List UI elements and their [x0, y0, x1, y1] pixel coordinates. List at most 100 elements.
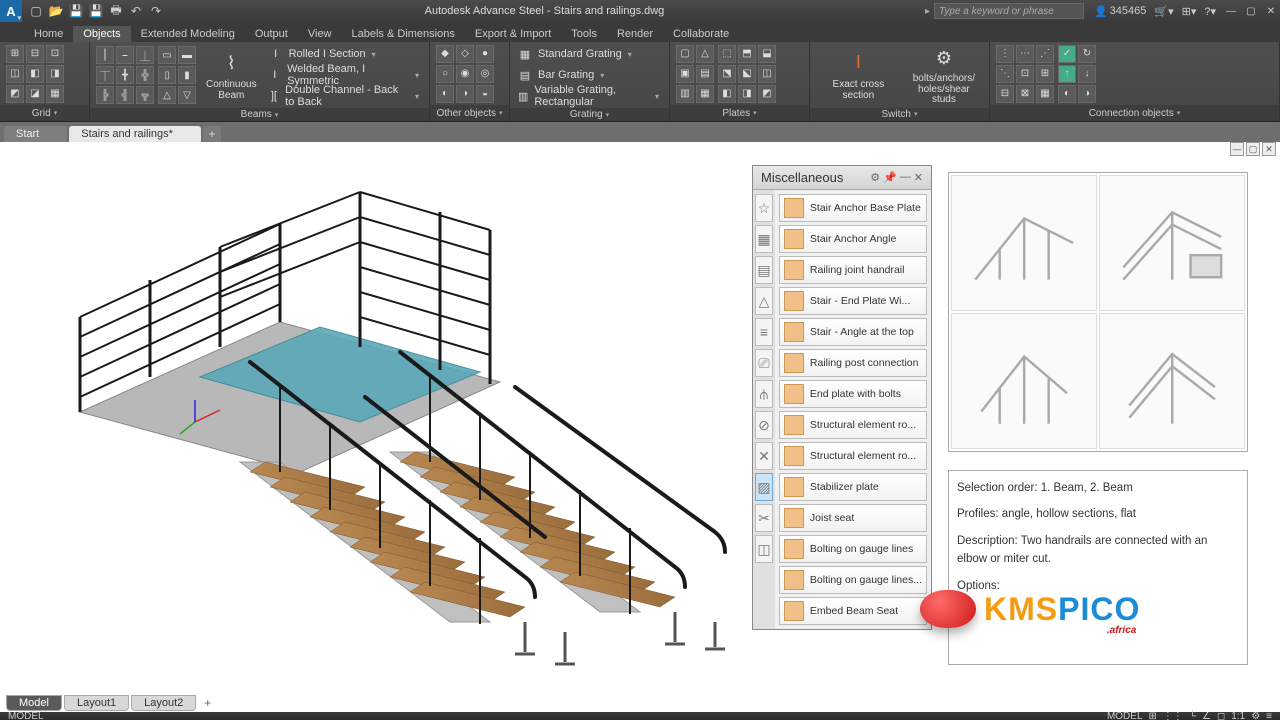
palette-cat-icon[interactable]: ◫: [755, 535, 773, 563]
vp-minimize-icon[interactable]: —: [1230, 142, 1244, 156]
beam-tool-icon[interactable]: ╣: [116, 86, 134, 104]
tab-view[interactable]: View: [298, 26, 342, 42]
tab-render[interactable]: Render: [607, 26, 663, 42]
palette-item[interactable]: Stabilizer plate: [779, 473, 927, 501]
conn-tool-icon[interactable]: ⊞: [1036, 65, 1054, 83]
continuous-beam-button[interactable]: ⌇Continuous Beam: [200, 49, 263, 101]
conn-tool-icon[interactable]: ▦: [1036, 85, 1054, 103]
rolled-i-section-dropdown[interactable]: IRolled I Section: [267, 44, 423, 64]
search-arrow-icon[interactable]: ▸: [925, 6, 930, 17]
other-tool-icon[interactable]: ◇: [456, 45, 474, 63]
preview-thumbnail[interactable]: [951, 313, 1097, 449]
palette-cat-icon[interactable]: ✂: [755, 504, 773, 532]
qat-print-icon[interactable]: 🖶: [108, 3, 124, 19]
bar-grating-button[interactable]: ▤Bar Grating: [516, 65, 663, 85]
exact-cross-section-button[interactable]: IExact cross section: [816, 49, 901, 101]
tab-objects[interactable]: Objects: [73, 26, 130, 42]
other-tool-icon[interactable]: ◒: [476, 85, 494, 103]
conn-tool-icon[interactable]: ◑: [1078, 85, 1096, 103]
conn-tool-icon[interactable]: ◐: [1058, 85, 1076, 103]
layout-tab-2[interactable]: Layout2: [131, 695, 196, 711]
plate-tool-icon[interactable]: ⬓: [758, 45, 776, 63]
tab-labels[interactable]: Labels & Dimensions: [342, 26, 465, 42]
grid-tool-icon[interactable]: ⊡: [46, 45, 64, 63]
palette-item[interactable]: Bolting on gauge lines...: [779, 566, 927, 594]
bolts-anchors-button[interactable]: ⚙bolts/anchors/ holes/shear studs: [905, 44, 983, 106]
palette-minimize-icon[interactable]: —: [900, 171, 911, 184]
other-tool-icon[interactable]: ◑: [456, 85, 474, 103]
conn-tool-icon[interactable]: ↑: [1058, 65, 1076, 83]
other-tool-icon[interactable]: ●: [476, 45, 494, 63]
palette-cat-icon[interactable]: ▤: [755, 256, 773, 284]
beam-tool-icon[interactable]: ⏉: [96, 66, 114, 84]
beam-tool-icon[interactable]: ▭: [158, 46, 176, 64]
tab-home[interactable]: Home: [24, 26, 73, 42]
beam-tool-icon[interactable]: ▮: [178, 66, 196, 84]
double-channel-dropdown[interactable]: ][Double Channel - Back to Back: [267, 86, 423, 106]
beam-tool-icon[interactable]: ⏊: [136, 46, 154, 64]
palette-cat-icon[interactable]: ☆: [755, 194, 773, 222]
conn-tool-icon[interactable]: ✓: [1058, 45, 1076, 63]
other-tool-icon[interactable]: ◉: [456, 65, 474, 83]
close-icon[interactable]: ✕: [1262, 3, 1280, 19]
palette-item[interactable]: Embed Beam Seat: [779, 597, 927, 625]
plate-tool-icon[interactable]: ▢: [676, 45, 694, 63]
conn-tool-icon[interactable]: ⋰: [1036, 45, 1054, 63]
palette-item[interactable]: Structural element ro...: [779, 442, 927, 470]
layout-tab-model[interactable]: Model: [6, 695, 62, 711]
palette-item[interactable]: End plate with bolts: [779, 380, 927, 408]
beam-tool-icon[interactable]: ▯: [158, 66, 176, 84]
plate-tool-icon[interactable]: ◨: [738, 85, 756, 103]
layout-tab-1[interactable]: Layout1: [64, 695, 129, 711]
beam-tool-icon[interactable]: ╠: [96, 86, 114, 104]
preview-thumbnail[interactable]: [1099, 175, 1245, 311]
beam-tool-icon[interactable]: ╬: [136, 66, 154, 84]
exchange-icon[interactable]: 🛒▾: [1154, 5, 1173, 18]
plate-tool-icon[interactable]: ▤: [696, 65, 714, 83]
beam-tool-icon[interactable]: ╋: [116, 66, 134, 84]
vp-restore-icon[interactable]: ▢: [1246, 142, 1260, 156]
palette-item[interactable]: Railing joint handrail: [779, 256, 927, 284]
ribbon-group-other[interactable]: Other objects: [430, 105, 509, 121]
ribbon-group-beams[interactable]: Beams: [90, 108, 429, 121]
qat-saveas-icon[interactable]: 💾: [88, 3, 104, 19]
plate-tool-icon[interactable]: ▦: [696, 85, 714, 103]
qat-new-icon[interactable]: ▢: [28, 3, 44, 19]
plate-tool-icon[interactable]: ⬔: [718, 65, 736, 83]
tab-tools[interactable]: Tools: [561, 26, 607, 42]
conn-tool-icon[interactable]: ⋮: [996, 45, 1014, 63]
conn-tool-icon[interactable]: ⊟: [996, 85, 1014, 103]
grid-tool-icon[interactable]: ◪: [26, 85, 44, 103]
qat-undo-icon[interactable]: ↶: [128, 3, 144, 19]
variable-grating-button[interactable]: ▥Variable Grating, Rectangular: [516, 86, 663, 106]
palette-cat-icon[interactable]: ▦: [755, 225, 773, 253]
palette-cat-icon[interactable]: ≡: [755, 318, 773, 346]
palette-item[interactable]: Stair - Angle at the top: [779, 318, 927, 346]
ribbon-group-connection[interactable]: Connection objects: [990, 105, 1279, 121]
palette-item[interactable]: Joist seat: [779, 504, 927, 532]
doc-tab-file[interactable]: Stairs and railings*: [69, 126, 201, 142]
conn-tool-icon[interactable]: ⊠: [1016, 85, 1034, 103]
preview-thumbnail[interactable]: [951, 175, 1097, 311]
beam-tool-icon[interactable]: ⎯: [116, 46, 134, 64]
palette-item[interactable]: Stair - End Plate Wi...: [779, 287, 927, 315]
plate-tool-icon[interactable]: ⬒: [738, 45, 756, 63]
tab-output[interactable]: Output: [245, 26, 298, 42]
palette-pin-icon[interactable]: 📌: [883, 171, 897, 184]
plate-tool-icon[interactable]: ⬕: [738, 65, 756, 83]
tab-collaborate[interactable]: Collaborate: [663, 26, 739, 42]
palette-cat-icon[interactable]: ✕: [755, 442, 773, 470]
preview-thumbnail[interactable]: [1099, 313, 1245, 449]
other-tool-icon[interactable]: ◎: [476, 65, 494, 83]
qat-open-icon[interactable]: 📂: [48, 3, 64, 19]
layout-tab-add-icon[interactable]: +: [198, 696, 217, 710]
qat-redo-icon[interactable]: ↷: [148, 3, 164, 19]
vp-close-icon[interactable]: ✕: [1262, 142, 1276, 156]
doc-tab-add-icon[interactable]: +: [203, 126, 221, 142]
grid-tool-icon[interactable]: ◧: [26, 65, 44, 83]
palette-item[interactable]: Stair Anchor Base Plate: [779, 194, 927, 222]
ribbon-group-plates[interactable]: Plates: [670, 105, 809, 121]
grid-tool-icon[interactable]: ◩: [6, 85, 24, 103]
grid-tool-icon[interactable]: ◫: [6, 65, 24, 83]
plate-tool-icon[interactable]: ▣: [676, 65, 694, 83]
